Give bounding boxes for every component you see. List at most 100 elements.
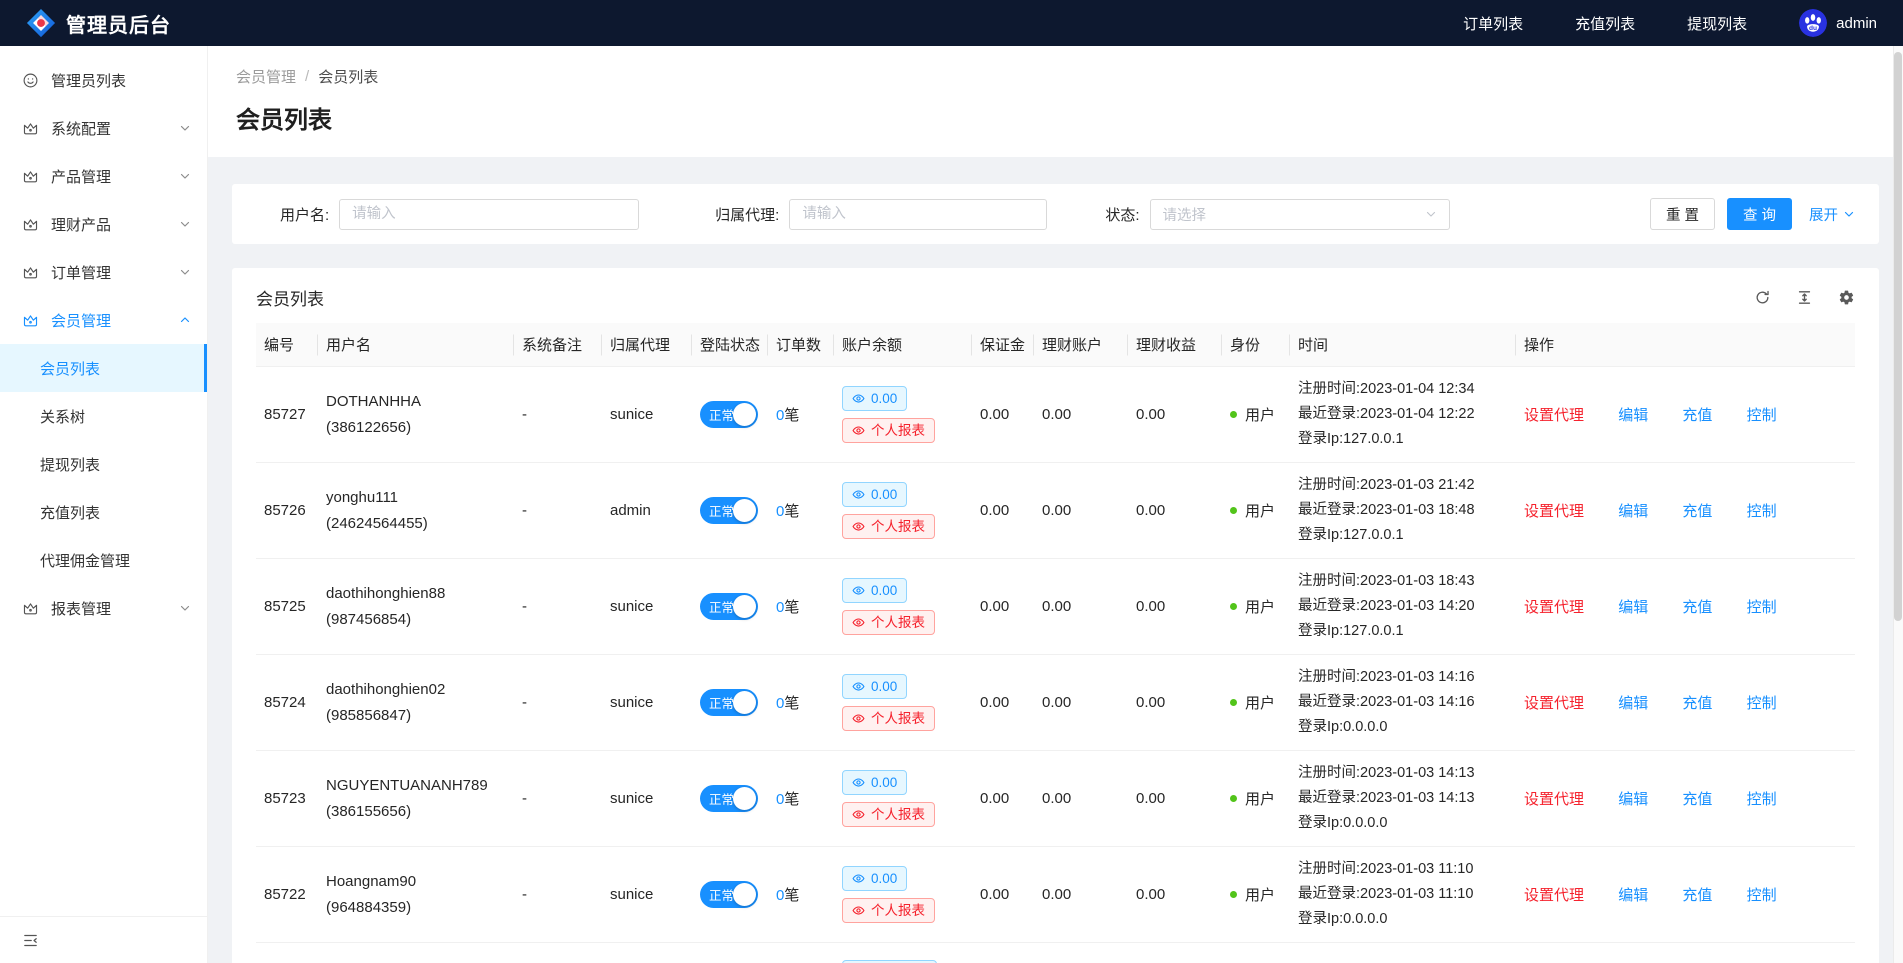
user-menu[interactable]: du admin xyxy=(1799,9,1877,37)
cell-agent: sunice xyxy=(602,367,692,463)
sidebar-subitem-agent-commission[interactable]: 代理佣金管理 xyxy=(0,536,207,584)
nav-link-recharge-list[interactable]: 充值列表 xyxy=(1549,13,1661,34)
crown-icon xyxy=(22,168,39,185)
recharge-link[interactable]: 充值 xyxy=(1682,407,1712,424)
cell-agent: sunice xyxy=(602,847,692,943)
edit-link[interactable]: 编辑 xyxy=(1618,407,1648,424)
recharge-link[interactable]: 充值 xyxy=(1682,599,1712,616)
personal-report-badge[interactable]: 个人报表 xyxy=(842,514,935,539)
username-input[interactable] xyxy=(339,199,639,230)
control-link[interactable]: 控制 xyxy=(1747,695,1777,712)
edit-link[interactable]: 编辑 xyxy=(1618,887,1648,904)
set-agent-link[interactable]: 设置代理 xyxy=(1524,599,1584,616)
nav-link-order-list[interactable]: 订单列表 xyxy=(1437,13,1549,34)
nav-link-withdraw-list[interactable]: 提现列表 xyxy=(1661,13,1773,34)
eye-icon xyxy=(852,776,865,789)
column-header: 时间 xyxy=(1290,323,1516,367)
crown-icon xyxy=(22,600,39,617)
balance-badge[interactable]: 0.00 xyxy=(842,482,907,507)
personal-report-badge[interactable]: 个人报表 xyxy=(842,610,935,635)
status-toggle[interactable]: 正常 xyxy=(700,785,758,812)
set-agent-link[interactable]: 设置代理 xyxy=(1524,503,1584,520)
edit-link[interactable]: 编辑 xyxy=(1618,791,1648,808)
status-toggle[interactable]: 正常 xyxy=(700,497,758,524)
sidebar-item-wealth-products[interactable]: 理财产品 xyxy=(0,200,207,248)
toggle-knob xyxy=(733,499,756,522)
recharge-link[interactable]: 充值 xyxy=(1682,695,1712,712)
settings-gear-icon[interactable] xyxy=(1838,289,1855,306)
recharge-link[interactable]: 充值 xyxy=(1682,791,1712,808)
control-link[interactable]: 控制 xyxy=(1747,791,1777,808)
cell-margin: 0.00 xyxy=(972,943,1034,963)
sidebar-subitem-relation-tree[interactable]: 关系树 xyxy=(0,392,207,440)
balance-badge[interactable]: 0.00 xyxy=(842,770,907,795)
agent-input[interactable] xyxy=(789,199,1047,230)
column-height-icon[interactable] xyxy=(1796,289,1813,306)
sidebar-item-order-mgmt[interactable]: 订单管理 xyxy=(0,248,207,296)
control-link[interactable]: 控制 xyxy=(1747,407,1777,424)
cell-agent: sunice xyxy=(602,559,692,655)
balance-badge[interactable]: 0.00 xyxy=(842,674,907,699)
app-logo[interactable]: 管理员后台 xyxy=(26,8,171,38)
edit-link[interactable]: 编辑 xyxy=(1618,503,1648,520)
column-header: 系统备注 xyxy=(514,323,602,367)
sidebar-item-product-mgmt[interactable]: 产品管理 xyxy=(0,152,207,200)
sidebar-item-report-mgmt[interactable]: 报表管理 xyxy=(0,584,207,632)
cell-finance-profit: 0.00 xyxy=(1128,463,1222,559)
set-agent-link[interactable]: 设置代理 xyxy=(1524,887,1584,904)
control-link[interactable]: 控制 xyxy=(1747,599,1777,616)
status-dot xyxy=(1230,603,1237,610)
balance-badge[interactable]: 37445.80 xyxy=(842,960,937,963)
breadcrumb-parent[interactable]: 会员管理 xyxy=(236,66,296,87)
status-toggle[interactable]: 正常 xyxy=(700,689,758,716)
sidebar-item-member-mgmt[interactable]: 会员管理 xyxy=(0,296,207,344)
sidebar-subitem-withdraw-list[interactable]: 提现列表 xyxy=(0,440,207,488)
reload-icon[interactable] xyxy=(1754,289,1771,306)
identity-badge: 用户 xyxy=(1230,596,1275,617)
control-link[interactable]: 控制 xyxy=(1747,503,1777,520)
cell-actions: 设置代理 编辑 充值 控制 xyxy=(1516,655,1855,751)
cell-system-note: - xyxy=(514,751,602,847)
status-toggle[interactable]: 正常 xyxy=(700,881,758,908)
balance-badge[interactable]: 0.00 xyxy=(842,578,907,603)
personal-report-badge[interactable]: 个人报表 xyxy=(842,706,935,731)
status-toggle[interactable]: 正常 xyxy=(700,401,758,428)
vertical-scrollbar[interactable] xyxy=(1893,46,1903,963)
personal-report-badge[interactable]: 个人报表 xyxy=(842,802,935,827)
edit-link[interactable]: 编辑 xyxy=(1618,695,1648,712)
status-toggle[interactable]: 正常 xyxy=(700,593,758,620)
sidebar-subitem-member-list[interactable]: 会员列表 xyxy=(0,344,207,392)
cell-id: 85721 xyxy=(256,943,318,963)
cell-balance: 0.00 个人报表 xyxy=(834,751,972,847)
set-agent-link[interactable]: 设置代理 xyxy=(1524,791,1584,808)
sidebar-item-admin-list[interactable]: 管理员列表 xyxy=(0,56,207,104)
user-name: admin xyxy=(1836,15,1877,32)
menu-fold-icon[interactable] xyxy=(22,932,39,949)
scrollbar-thumb[interactable] xyxy=(1894,52,1902,621)
recharge-link[interactable]: 充值 xyxy=(1682,887,1712,904)
balance-badge[interactable]: 0.00 xyxy=(842,866,907,891)
expand-link[interactable]: 展开 xyxy=(1809,204,1855,225)
status-select[interactable]: 请选择 xyxy=(1150,199,1450,230)
cell-username: daothihonghien88 (987456854) xyxy=(318,559,514,655)
set-agent-link[interactable]: 设置代理 xyxy=(1524,407,1584,424)
personal-report-badge[interactable]: 个人报表 xyxy=(842,418,935,443)
sidebar-item-system-config[interactable]: 系统配置 xyxy=(0,104,207,152)
sidebar-subitem-recharge-list[interactable]: 充值列表 xyxy=(0,488,207,536)
column-header: 操作 xyxy=(1516,323,1855,367)
chevron-down-icon xyxy=(1843,208,1855,220)
cell-system-note: - xyxy=(514,559,602,655)
cell-identity: 用户 xyxy=(1222,559,1290,655)
eye-icon xyxy=(852,616,865,629)
control-link[interactable]: 控制 xyxy=(1747,887,1777,904)
edit-link[interactable]: 编辑 xyxy=(1618,599,1648,616)
reset-button[interactable]: 重 置 xyxy=(1650,198,1715,230)
cell-login-status: 正常 xyxy=(692,751,768,847)
set-agent-link[interactable]: 设置代理 xyxy=(1524,695,1584,712)
crown-icon xyxy=(22,216,39,233)
balance-badge[interactable]: 0.00 xyxy=(842,386,907,411)
query-button[interactable]: 查 询 xyxy=(1727,198,1792,230)
personal-report-badge[interactable]: 个人报表 xyxy=(842,898,935,923)
recharge-link[interactable]: 充值 xyxy=(1682,503,1712,520)
cell-username: DOTHANHHA (386122656) xyxy=(318,367,514,463)
